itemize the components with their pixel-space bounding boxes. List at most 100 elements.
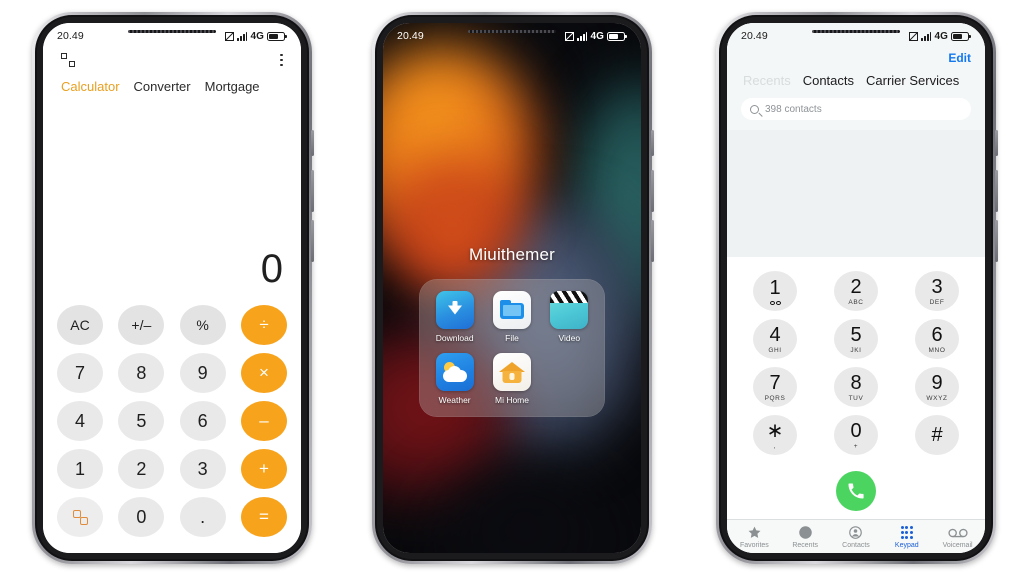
dial-key-letters: + xyxy=(853,442,859,450)
person-circle-icon xyxy=(848,525,863,540)
key-clear[interactable]: AC xyxy=(57,305,103,345)
app-download[interactable]: Download xyxy=(429,291,480,343)
app-video[interactable]: Video xyxy=(544,291,595,343)
keypad-row: 7 8 9 × xyxy=(57,353,287,393)
tab-carrier-services[interactable]: Carrier Services xyxy=(866,73,959,88)
search-input[interactable]: 398 contacts xyxy=(741,98,971,120)
dial-key-number: 6 xyxy=(931,323,943,346)
key-decimal[interactable]: . xyxy=(179,497,226,537)
power-button[interactable] xyxy=(311,130,314,156)
signal-bars-icon xyxy=(921,31,932,41)
key-multiply[interactable]: × xyxy=(240,353,287,393)
key-history[interactable] xyxy=(57,497,103,537)
tab-label: Keypad xyxy=(894,542,919,549)
call-button[interactable] xyxy=(836,471,876,511)
tab-voicemail[interactable]: Voicemail xyxy=(932,525,983,549)
video-app-icon xyxy=(550,291,589,329)
app-mi-home[interactable]: Mi Home xyxy=(486,353,537,405)
dial-key-hash[interactable]: # xyxy=(915,415,959,455)
key-8[interactable]: 8 xyxy=(118,353,165,393)
key-6[interactable]: 6 xyxy=(179,401,226,441)
keypad-row: AC +/– % ÷ xyxy=(57,305,287,345)
status-bar: 20.49 4G xyxy=(383,23,641,49)
signal-bars-icon xyxy=(237,31,248,41)
key-3[interactable]: 3 xyxy=(179,449,226,489)
dialpad-row: 7 PQRS 8 TUV 9 WXYZ xyxy=(753,367,959,407)
keypad-row: 4 5 6 – xyxy=(57,401,287,441)
network-type-label: 4G xyxy=(934,30,948,42)
volume-down-button[interactable] xyxy=(995,220,998,262)
dial-key-8[interactable]: 8 TUV xyxy=(834,367,878,407)
tab-recents-bottom[interactable]: Recents xyxy=(780,525,831,549)
phone-device-calculator: 20.49 4G Calculator Converter Mortgage 0… xyxy=(32,12,314,564)
dial-key-1[interactable]: 1 xyxy=(753,271,797,311)
key-2[interactable]: 2 xyxy=(118,449,165,489)
volume-up-button[interactable] xyxy=(995,170,998,212)
tab-favorites[interactable]: Favorites xyxy=(729,525,780,549)
dial-key-letters: GHI xyxy=(768,346,782,354)
dial-key-3[interactable]: 3 DEF xyxy=(915,271,959,311)
phone-device-home-screen: 20.49 4G Miuithemer Download File Video … xyxy=(372,12,654,564)
dial-key-9[interactable]: 9 WXYZ xyxy=(915,367,959,407)
key-add[interactable]: + xyxy=(240,449,287,489)
dial-key-6[interactable]: 6 MNO xyxy=(915,319,959,359)
battery-icon xyxy=(607,31,627,41)
overflow-menu-icon[interactable] xyxy=(280,53,283,67)
edit-row: Edit xyxy=(741,51,971,65)
mi-home-app-icon xyxy=(492,353,531,391)
dial-key-star[interactable]: ∗ , xyxy=(753,415,797,455)
volume-up-button[interactable] xyxy=(651,170,654,212)
dialpad-row: 4 GHI 5 JKI 6 MNO xyxy=(753,319,959,359)
edit-button[interactable]: Edit xyxy=(948,51,971,65)
app-file[interactable]: File xyxy=(486,291,537,343)
download-app-icon xyxy=(435,291,474,329)
tab-calculator[interactable]: Calculator xyxy=(61,79,120,94)
power-button[interactable] xyxy=(995,130,998,156)
calculator-display: 0 xyxy=(43,94,301,295)
key-5[interactable]: 5 xyxy=(118,401,165,441)
key-percent[interactable]: % xyxy=(179,305,226,345)
key-0[interactable]: 0 xyxy=(118,497,165,537)
app-weather[interactable]: Weather xyxy=(429,353,480,405)
dial-key-7[interactable]: 7 PQRS xyxy=(753,367,797,407)
expand-icon[interactable] xyxy=(61,53,75,67)
call-icon xyxy=(848,483,864,499)
dial-key-2[interactable]: 2 ABC xyxy=(834,271,878,311)
volume-up-button[interactable] xyxy=(311,170,314,212)
file-manager-app-icon xyxy=(492,291,531,329)
key-subtract[interactable]: – xyxy=(240,401,287,441)
tab-keypad[interactable]: Keypad xyxy=(881,525,932,549)
dialpad: 1 2 ABC 3 DEF 4 GHI 5 JKI 6 MNO 7 PQRS 8… xyxy=(727,257,985,469)
tab-mortgage[interactable]: Mortgage xyxy=(205,79,260,94)
power-button[interactable] xyxy=(651,130,654,156)
dial-key-letters: ABC xyxy=(848,298,864,306)
dial-key-letters: WXYZ xyxy=(926,394,948,402)
volume-down-button[interactable] xyxy=(651,220,654,262)
dial-key-number: 5 xyxy=(850,323,862,346)
app-label: Download xyxy=(435,333,474,343)
tab-label: Recents xyxy=(792,542,819,549)
key-sign-toggle[interactable]: +/– xyxy=(118,305,165,345)
dial-key-letters: JKI xyxy=(850,346,862,354)
tab-converter[interactable]: Converter xyxy=(134,79,191,94)
key-1[interactable]: 1 xyxy=(57,449,103,489)
key-equals[interactable]: = xyxy=(240,497,287,537)
volume-down-button[interactable] xyxy=(311,220,314,262)
phone-screen-home: 20.49 4G Miuithemer Download File Video … xyxy=(383,23,641,553)
dial-key-0[interactable]: 0 + xyxy=(834,415,878,455)
dial-key-5[interactable]: 5 JKI xyxy=(834,319,878,359)
voicemail-icon xyxy=(947,525,968,540)
dial-key-4[interactable]: 4 GHI xyxy=(753,319,797,359)
status-bar: 20.49 4G xyxy=(43,23,301,49)
tab-recents[interactable]: Recents xyxy=(743,73,791,88)
key-divide[interactable]: ÷ xyxy=(240,305,287,345)
weather-app-icon xyxy=(435,353,474,391)
dial-key-number: 0 xyxy=(850,419,862,442)
tab-contacts[interactable]: Contacts xyxy=(803,73,854,88)
network-type-label: 4G xyxy=(250,30,264,42)
key-9[interactable]: 9 xyxy=(179,353,226,393)
key-7[interactable]: 7 xyxy=(57,353,103,393)
status-time: 20.49 xyxy=(57,30,84,42)
tab-contacts-bottom[interactable]: Contacts xyxy=(831,525,882,549)
key-4[interactable]: 4 xyxy=(57,401,103,441)
